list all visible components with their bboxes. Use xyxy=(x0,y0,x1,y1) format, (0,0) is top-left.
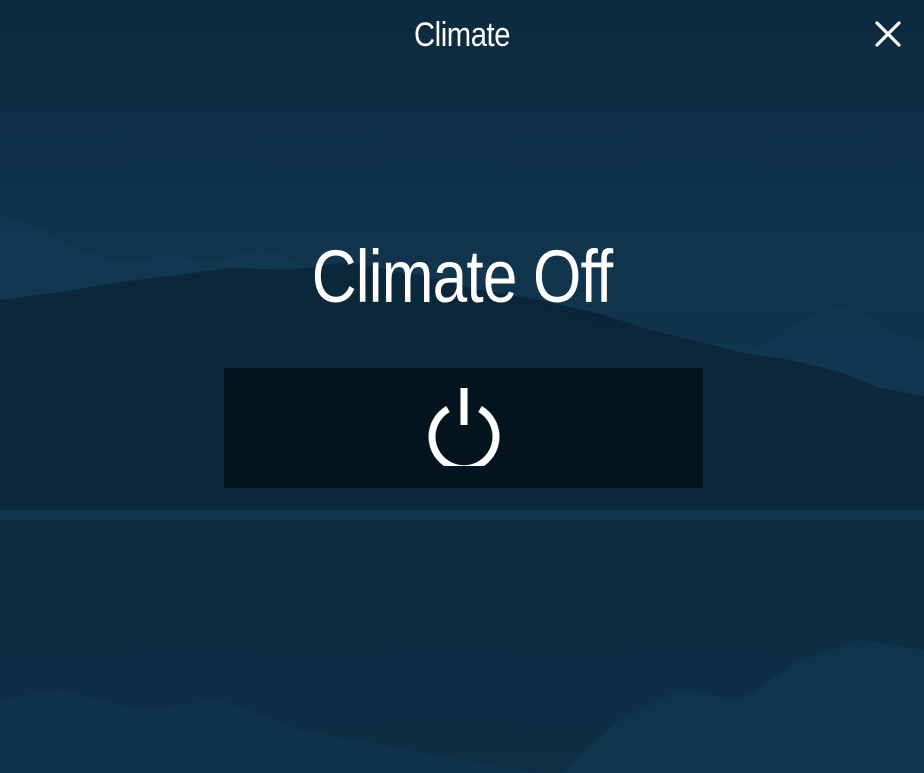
climate-status-text: Climate Off xyxy=(311,235,613,318)
power-icon[interactable] xyxy=(424,386,504,472)
close-icon[interactable] xyxy=(875,20,901,52)
page-title: Climate xyxy=(413,16,511,54)
close-button[interactable] xyxy=(866,16,910,56)
power-button[interactable] xyxy=(224,368,703,488)
